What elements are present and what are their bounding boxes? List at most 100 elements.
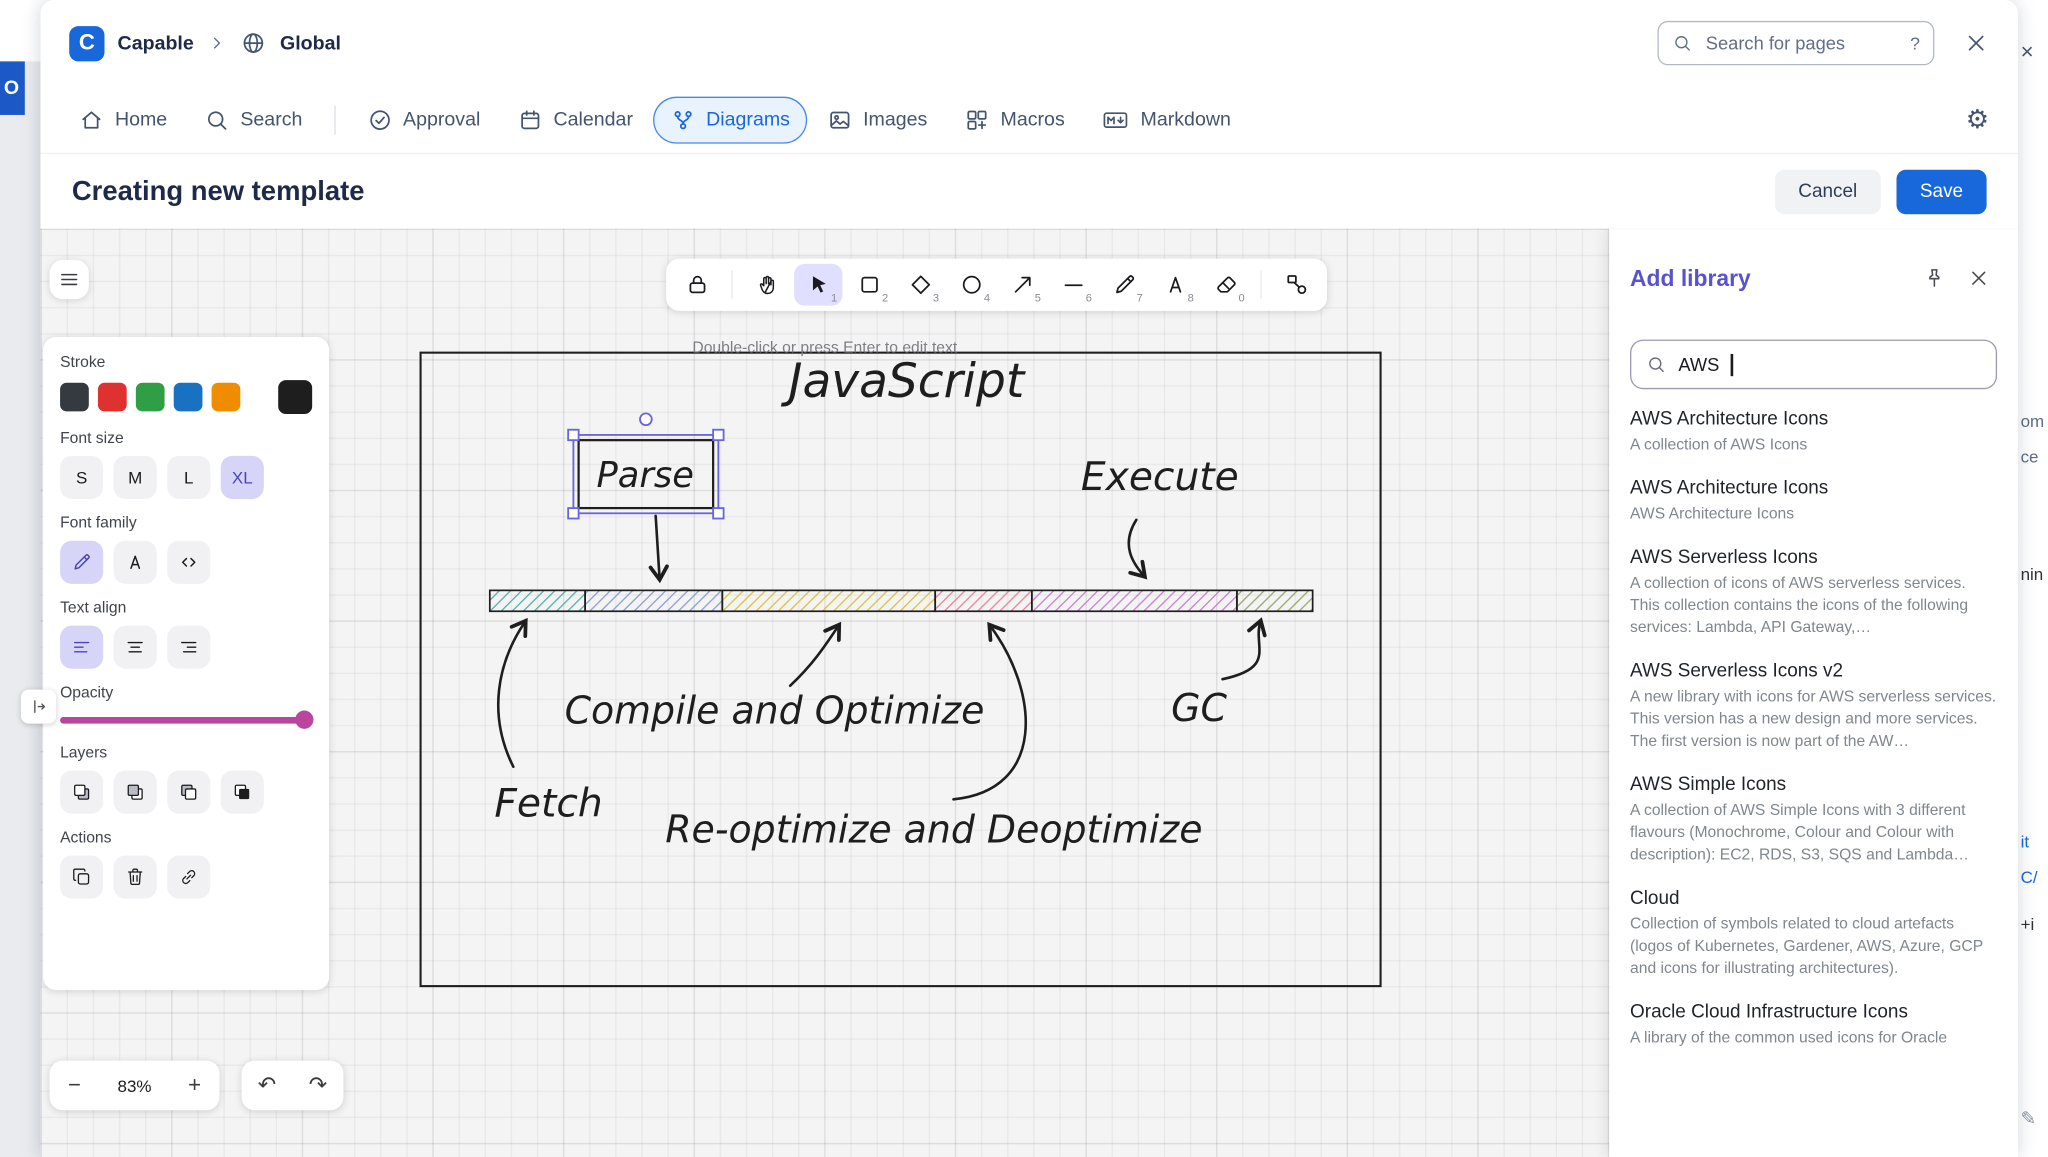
arrow-parse-to-bar[interactable] — [648, 514, 669, 584]
outer-container-rect[interactable] — [419, 351, 1382, 988]
nav-item-diagrams[interactable]: Diagrams — [652, 95, 807, 144]
expand-sidebar-handle[interactable] — [20, 689, 57, 724]
bring-forward-button[interactable] — [167, 770, 211, 814]
redo-button[interactable]: ↷ — [293, 1072, 344, 1098]
parse-shape[interactable]: Parse — [577, 439, 715, 510]
diagram-title-text[interactable]: JavaScript — [781, 354, 1026, 409]
resize-handle-nw[interactable] — [567, 428, 580, 442]
arrow-gc-to-bar[interactable] — [1221, 617, 1267, 681]
arrow-compile-to-bar[interactable] — [788, 621, 842, 688]
font-size-m[interactable]: M — [113, 455, 157, 499]
bar-segment-blue[interactable] — [584, 589, 724, 613]
diagram-canvas[interactable]: JavaScript Parse Execute Fetch Compile a… — [40, 228, 2018, 1157]
library-item[interactable]: AWS Serverless Icons A collection of ico… — [1630, 547, 1997, 639]
nav-item-home[interactable]: Home — [61, 96, 184, 143]
execute-label[interactable]: Execute — [1081, 455, 1239, 500]
resize-handle-se[interactable] — [712, 507, 725, 520]
font-size-s[interactable]: S — [60, 455, 104, 499]
link-button[interactable] — [167, 855, 211, 899]
link-fragment[interactable]: it — [2021, 832, 2029, 852]
zoom-value[interactable]: 83% — [99, 1076, 170, 1096]
tool-line[interactable]: 6 — [1049, 264, 1097, 306]
library-item[interactable]: AWS Serverless Icons v2 A new library wi… — [1630, 661, 1997, 753]
capable-logo[interactable]: C — [69, 25, 105, 61]
align-right-button[interactable] — [167, 625, 211, 669]
opacity-slider[interactable] — [60, 710, 314, 729]
zoom-out-button[interactable]: − — [50, 1072, 100, 1098]
resize-handle-ne[interactable] — [712, 428, 725, 442]
library-item[interactable]: AWS Architecture Icons A collection of A… — [1630, 409, 1997, 456]
tool-text[interactable]: 8 — [1151, 264, 1199, 306]
zoom-in-button[interactable]: + — [170, 1072, 220, 1098]
nav-item-approval[interactable]: Approval — [349, 96, 497, 143]
modal-close-button[interactable] — [1963, 30, 1989, 56]
font-hand-drawn-button[interactable] — [60, 540, 104, 584]
tool-arrow[interactable]: 5 — [998, 264, 1046, 306]
reoptimize-label[interactable]: Re-optimize and Deoptimize — [665, 807, 1202, 851]
page-search-input[interactable] — [1703, 31, 1900, 55]
library-item[interactable]: Cloud Collection of symbols related to c… — [1630, 889, 1997, 981]
send-to-back-button[interactable] — [60, 770, 104, 814]
rotate-handle[interactable] — [639, 412, 653, 427]
bar-segment-pink[interactable] — [934, 589, 1033, 613]
library-item[interactable]: Oracle Cloud Infrastructure Icons A libr… — [1630, 1002, 1997, 1049]
nav-item-calendar[interactable]: Calendar — [500, 96, 650, 143]
nav-item-images[interactable]: Images — [810, 96, 945, 143]
bar-segment-yellow[interactable] — [721, 589, 937, 613]
stroke-swatch-orange[interactable] — [211, 382, 241, 412]
tool-hand[interactable] — [743, 264, 791, 306]
library-item[interactable]: AWS Simple Icons A collection of AWS Sim… — [1630, 775, 1997, 867]
font-size-xl[interactable]: XL — [220, 455, 264, 499]
compile-label[interactable]: Compile and Optimize — [565, 689, 985, 733]
tool-eraser[interactable]: 0 — [1202, 264, 1250, 306]
tool-lock[interactable] — [673, 264, 721, 306]
close-panel-button[interactable] — [1960, 260, 1997, 297]
stroke-swatch-gray[interactable] — [60, 382, 89, 412]
font-size-l[interactable]: L — [167, 455, 211, 499]
duplicate-button[interactable] — [60, 855, 104, 899]
gear-icon[interactable]: ⚙ — [1966, 106, 1989, 132]
gc-label[interactable]: GC — [1171, 686, 1227, 730]
cancel-button[interactable]: Cancel — [1774, 169, 1881, 214]
tool-rectangle[interactable]: 2 — [845, 264, 893, 306]
font-code-button[interactable] — [167, 540, 211, 584]
fetch-label[interactable]: Fetch — [494, 781, 602, 826]
segmented-bar[interactable] — [488, 589, 1314, 613]
align-center-button[interactable] — [113, 625, 157, 669]
breadcrumb-brand[interactable]: Capable — [118, 32, 194, 54]
arrow-fetch-to-bar[interactable] — [496, 617, 528, 768]
send-backward-button[interactable] — [113, 770, 157, 814]
tool-ellipse[interactable]: 4 — [947, 264, 995, 306]
bar-segment-teal[interactable] — [488, 589, 586, 613]
stroke-swatch-red[interactable] — [97, 382, 127, 412]
nav-item-markdown[interactable]: Markdown — [1084, 95, 1248, 145]
library-search-box[interactable]: AWS — [1630, 339, 1998, 390]
underlying-close-icon[interactable]: × — [2021, 39, 2034, 65]
align-left-button[interactable] — [60, 625, 104, 669]
pin-panel-button[interactable] — [1916, 260, 1953, 297]
font-normal-button[interactable] — [113, 540, 157, 584]
breadcrumb-space[interactable]: Global — [280, 32, 341, 54]
resize-handle-sw[interactable] — [567, 507, 580, 520]
tool-diamond[interactable]: 3 — [896, 264, 944, 306]
opacity-thumb[interactable] — [295, 710, 314, 729]
bar-segment-green[interactable] — [1236, 589, 1314, 613]
canvas-menu-button[interactable] — [49, 259, 89, 300]
page-search-box[interactable]: ? — [1657, 20, 1935, 66]
current-stroke-swatch[interactable] — [278, 380, 313, 415]
delete-button[interactable] — [113, 855, 157, 899]
bring-to-front-button[interactable] — [220, 770, 264, 814]
link-fragment[interactable]: C/ — [2021, 867, 2038, 887]
stroke-swatch-green[interactable] — [135, 382, 165, 412]
save-button[interactable]: Save — [1896, 169, 1987, 214]
nav-item-macros[interactable]: Macros — [947, 96, 1082, 143]
tool-more-shapes[interactable] — [1272, 264, 1320, 306]
nav-item-search[interactable]: Search — [187, 96, 320, 143]
tool-draw[interactable]: 7 — [1100, 264, 1148, 306]
bar-segment-purple[interactable] — [1030, 589, 1238, 613]
arrow-execute-to-bar[interactable] — [1127, 518, 1148, 580]
stroke-swatch-blue[interactable] — [173, 382, 203, 412]
tool-select[interactable]: 1 — [794, 263, 843, 306]
help-icon[interactable]: ? — [1910, 33, 1920, 53]
library-item[interactable]: AWS Architecture Icons AWS Architecture … — [1630, 478, 1997, 525]
